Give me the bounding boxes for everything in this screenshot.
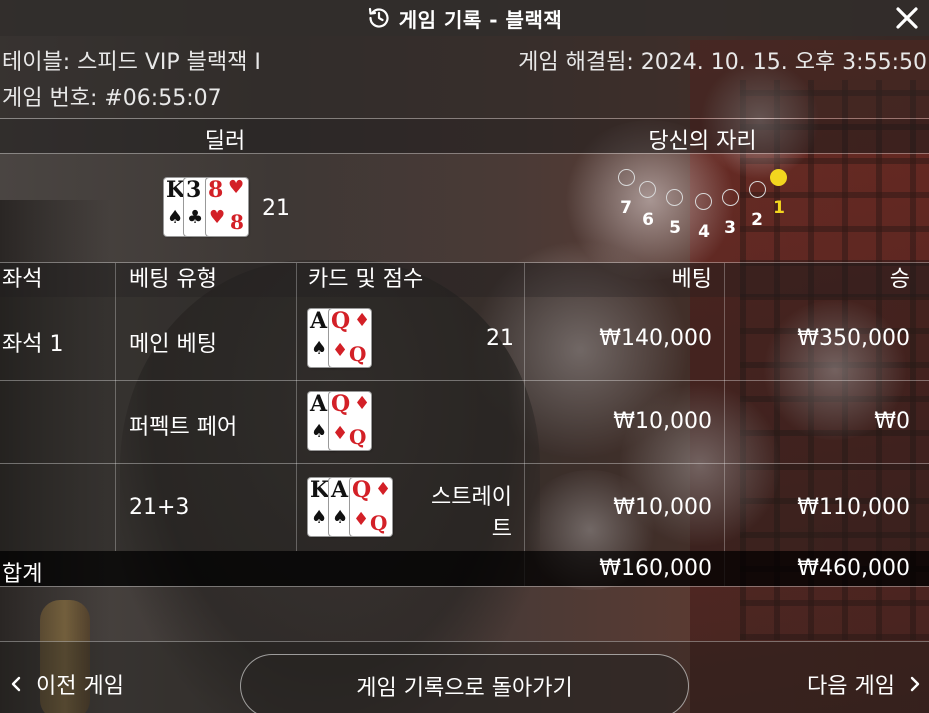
back-to-history-button[interactable]: 게임 기록으로 돌아가기 [240,654,689,713]
dealer-score: 21 [262,196,290,221]
col-bet-header: 베팅 [671,267,712,292]
hand-result: 21 [486,326,514,351]
column-divider [296,263,297,551]
seat-label: 4 [698,222,710,242]
page-title: 게임 기록 - 블랙잭 [398,7,563,32]
divider [0,463,929,464]
col-bet-type-header: 베팅 유형 [129,267,217,292]
total-label: 합계 [2,562,43,587]
seat-4-indicator [695,193,712,210]
playing-card: 8 ♥ ♥ 8 [206,178,248,236]
title-bar: 게임 기록 - 블랙잭 [0,0,929,36]
column-divider [115,263,116,551]
bet-amount: ₩10,000 [613,409,712,434]
seat-3-indicator [722,189,739,206]
col-win-header: 승 [889,267,910,292]
hand-result-wrap: 트 [491,517,512,542]
table-name: 테이블: 스피드 VIP 블랙잭 I [2,50,261,75]
chevron-left-icon [11,676,21,692]
divider [0,586,929,587]
seat-label: 7 [620,198,632,218]
seat-map: 7 6 5 4 3 2 1 [610,160,810,245]
seat-6-indicator [639,181,656,198]
seat-label: 6 [642,210,654,230]
divider [0,153,929,154]
close-button[interactable] [891,2,923,34]
playing-card: Q ♦ ♦ Q [329,392,371,450]
seat-1-indicator [770,169,787,186]
seat-cell: 좌석 1 [2,332,64,357]
next-game-label: 다음 게임 [807,674,895,699]
col-seat-header: 좌석 [2,267,43,292]
col-cards-header: 카드 및 점수 [308,267,424,292]
bet-type-cell: 21+3 [129,495,190,520]
your-seat-heading: 당신의 자리 [648,129,757,154]
previous-game-label: 이전 게임 [36,674,124,699]
bet-type-cell: 퍼펙트 페어 [129,415,238,440]
playing-card: Q ♦ ♦ Q [329,309,371,367]
history-clock-icon [367,6,391,30]
chevron-right-icon [910,676,920,692]
bet-amount: ₩140,000 [599,326,712,351]
seat-label: 5 [669,218,681,238]
playing-card: Q ♦ ♦ Q [350,478,392,536]
total-bet: ₩160,000 [599,556,712,581]
hand-result: 스트레이 [431,485,512,510]
seat-label: 2 [751,210,763,230]
win-amount: ₩350,000 [797,326,910,351]
win-amount: ₩110,000 [797,495,910,520]
close-icon [896,7,918,29]
seat-2-indicator [749,181,766,198]
game-number: 게임 번호: #06:55:07 [2,86,222,111]
bet-amount: ₩10,000 [613,495,712,520]
seat-label-active: 1 [773,198,785,218]
bet-type-cell: 메인 베팅 [129,332,217,357]
next-game-button[interactable]: 다음 게임 [807,668,921,700]
dealer-heading: 딜러 [204,129,246,154]
win-amount: ₩0 [874,409,910,434]
seat-5-indicator [666,189,683,206]
previous-game-button[interactable]: 이전 게임 [10,668,124,700]
back-to-history-label: 게임 기록으로 돌아가기 [356,676,573,701]
seat-7-indicator [618,169,635,186]
total-win: ₩460,000 [797,556,910,581]
divider [0,380,929,381]
divider [0,641,929,642]
resolved-time: 게임 해결됨: 2024. 10. 15. 오후 3:55:50 [518,50,927,75]
seat-label: 3 [724,218,736,238]
